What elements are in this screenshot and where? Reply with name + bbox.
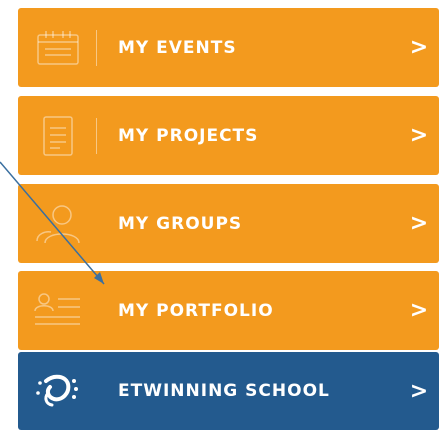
menu-item-etwinning-school[interactable]: ETWINNING SCHOOL > <box>18 352 439 430</box>
menu-item-label: MY GROUPS <box>118 213 243 234</box>
chevron-right-icon: > <box>409 211 429 236</box>
chevron-right-icon: > <box>409 378 429 404</box>
menu-item-label: MY PORTFOLIO <box>118 300 274 321</box>
icon-divider <box>96 118 97 154</box>
document-icon <box>18 96 98 175</box>
portfolio-icon <box>18 271 98 350</box>
menu-item-my-groups[interactable]: MY GROUPS > <box>18 184 439 263</box>
chevron-right-icon: > <box>409 123 429 148</box>
menu-item-my-events[interactable]: MY EVENTS > <box>18 8 439 87</box>
dashboard-menu: MY EVENTS > MY PROJECTS > MY GROUPS > MY… <box>0 0 439 432</box>
menu-item-label: MY EVENTS <box>118 37 237 58</box>
icon-divider <box>96 30 97 66</box>
chevron-right-icon: > <box>409 35 429 60</box>
menu-item-my-portfolio[interactable]: MY PORTFOLIO > <box>18 271 439 350</box>
calendar-icon <box>18 8 98 87</box>
menu-item-label: MY PROJECTS <box>118 125 259 146</box>
user-group-icon <box>18 184 98 263</box>
chevron-right-icon: > <box>409 298 429 323</box>
menu-item-my-projects[interactable]: MY PROJECTS > <box>18 96 439 175</box>
school-badge-icon <box>18 352 98 430</box>
menu-item-label: ETWINNING SCHOOL <box>118 381 330 401</box>
